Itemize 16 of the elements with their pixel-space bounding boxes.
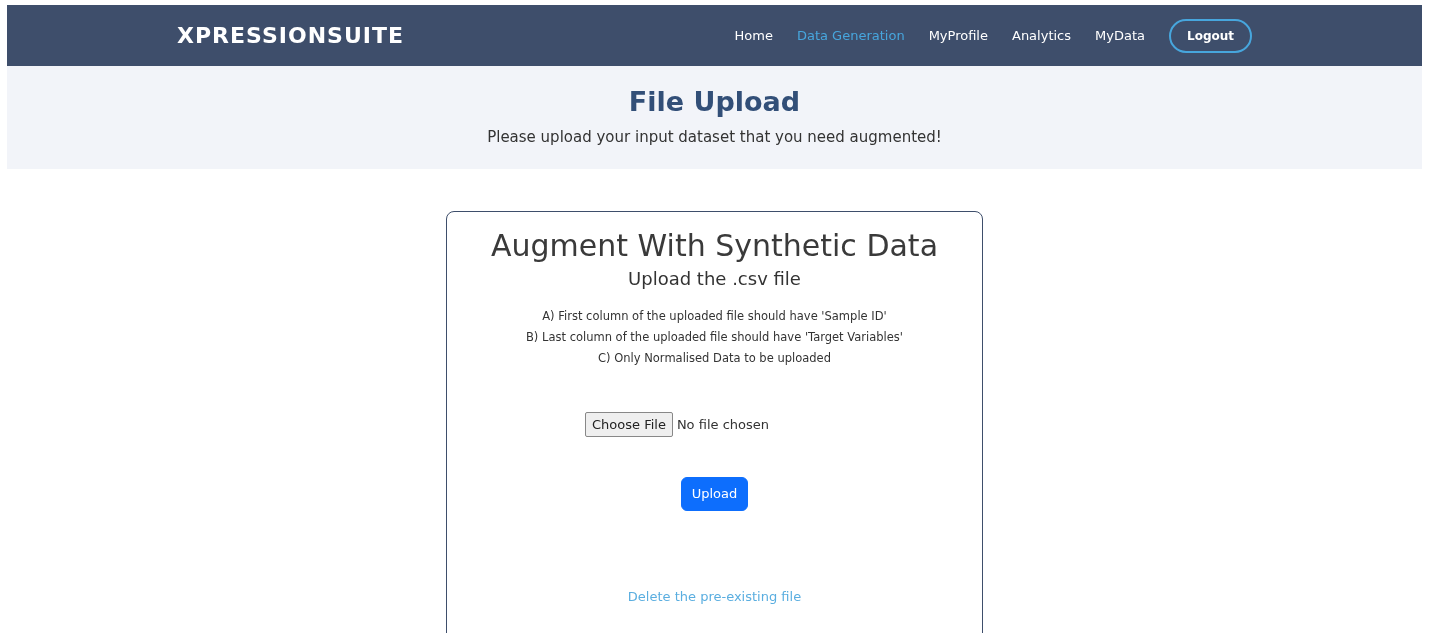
nav-link[interactable]: MyProfile	[928, 25, 988, 46]
nav-link[interactable]: Analytics	[1012, 25, 1072, 46]
instruction-text: B) Last column of the uploaded file should have 'Target Variables'	[526, 328, 903, 346]
instruction-text: C) Only Normalised Data to be uploaded	[598, 349, 831, 367]
instruction-text: A) First column of the uploaded file should have 'Sample ID'	[542, 307, 887, 325]
page-title: File Upload	[628, 86, 801, 119]
logout-button[interactable]: Logout	[1169, 18, 1252, 53]
card-subtitle: Upload the .csv file	[628, 268, 801, 290]
nav-link[interactable]: Home	[734, 25, 773, 46]
card-title: Augment With Synthetic Data	[491, 228, 938, 264]
upload-button[interactable]: Upload	[680, 477, 749, 511]
page-subtitle: Please upload your input dataset that you need augmented!	[487, 127, 942, 149]
brand-logo[interactable]: XPRESSIONSUITE	[177, 19, 404, 52]
choose-file-button[interactable]: Choose File	[585, 411, 673, 438]
file-status: No file chosen	[676, 415, 769, 434]
nav-link[interactable]: MyData	[1095, 25, 1145, 46]
